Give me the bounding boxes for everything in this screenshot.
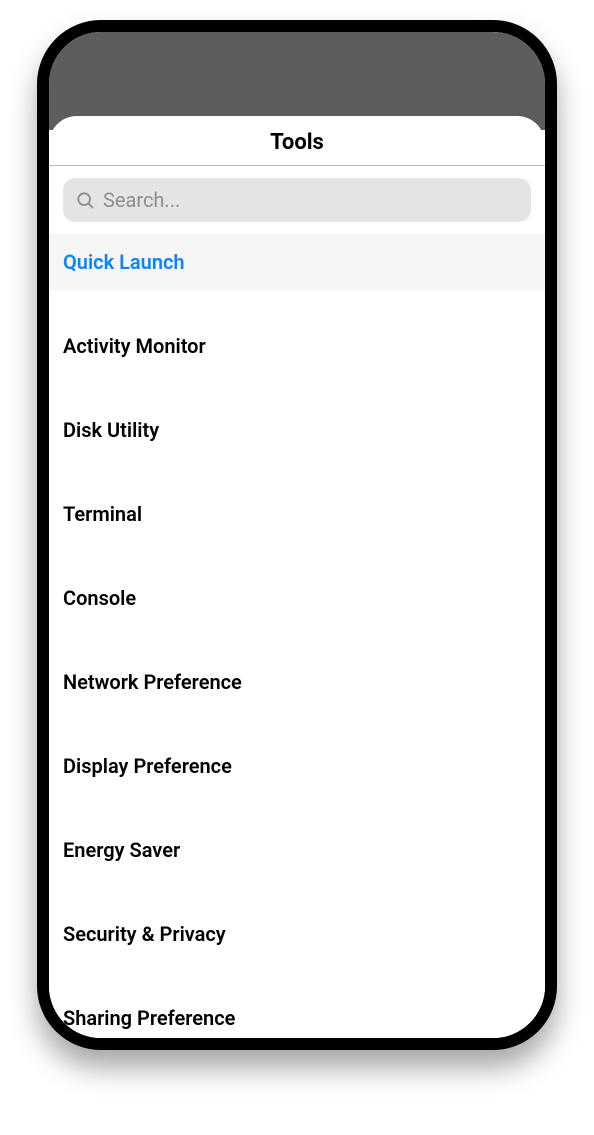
list-item-label: Quick Launch [63, 250, 185, 274]
list-item-label: Activity Monitor [63, 334, 206, 358]
list-item-display-preference[interactable]: Display Preference [49, 738, 545, 794]
page-title: Tools [49, 130, 545, 155]
list-item-label: Network Preference [63, 670, 242, 694]
search-icon [75, 190, 95, 210]
list-item-label: Terminal [63, 502, 142, 526]
list-item-label: Energy Saver [63, 838, 180, 862]
tools-list: Quick Launch Activity Monitor Disk Utili… [49, 234, 545, 1038]
content-area: Tools Quick Launch Activity Monitor [49, 116, 545, 1038]
list-item-console[interactable]: Console [49, 570, 545, 626]
page-header: Tools [49, 116, 545, 166]
list-item-activity-monitor[interactable]: Activity Monitor [49, 318, 545, 374]
list-item-network-preference[interactable]: Network Preference [49, 654, 545, 710]
list-item-label: Display Preference [63, 754, 232, 778]
list-item-security-privacy[interactable]: Security & Privacy [49, 906, 545, 962]
list-item-quick-launch[interactable]: Quick Launch [49, 234, 545, 290]
list-item-label: Console [63, 586, 136, 610]
list-item-sharing-preference[interactable]: Sharing Preference [49, 990, 545, 1038]
device-frame: Tools Quick Launch Activity Monitor [37, 20, 557, 1050]
list-item-label: Sharing Preference [63, 1006, 235, 1030]
list-item-label: Disk Utility [63, 418, 159, 442]
list-item-disk-utility[interactable]: Disk Utility [49, 402, 545, 458]
list-item-terminal[interactable]: Terminal [49, 486, 545, 542]
search-container [49, 166, 545, 234]
list-item-label: Security & Privacy [63, 922, 226, 946]
list-item-energy-saver[interactable]: Energy Saver [49, 822, 545, 878]
search-bar[interactable] [63, 178, 531, 222]
search-input[interactable] [103, 188, 519, 212]
